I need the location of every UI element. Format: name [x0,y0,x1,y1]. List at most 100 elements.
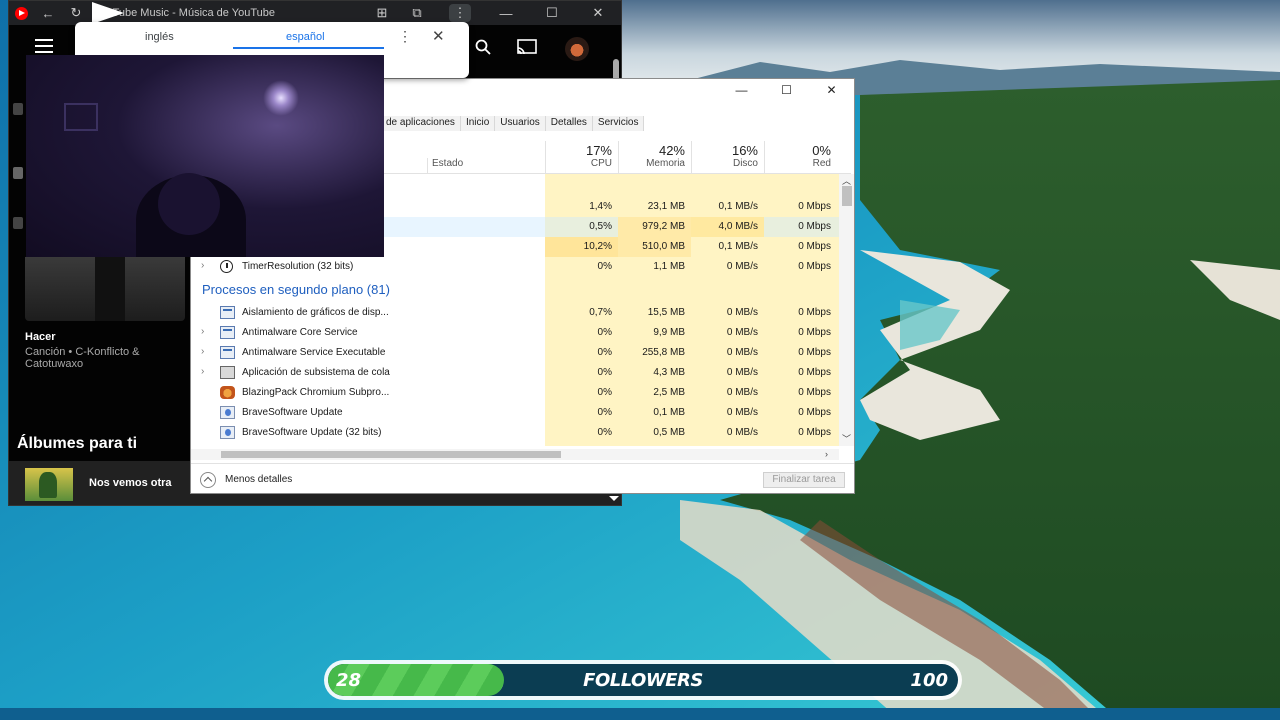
background-processes-heading: Procesos en segundo plano (81) [202,282,390,297]
caret-down-icon[interactable] [609,496,619,501]
process-name: Aislamiento de gráficos de disp... [242,307,389,318]
chevron-right-icon[interactable]: › [201,326,204,337]
hamburger-menu-icon[interactable] [35,39,53,53]
avatar[interactable] [565,37,589,61]
scroll-right-icon[interactable]: › [825,449,828,459]
table-row[interactable]: Aislamiento de gráficos de disp... 0,7% … [191,303,839,323]
network-cell: 0 Mbps [798,241,831,252]
network-cell: 0 Mbps [798,327,831,338]
memory-cell: 1,1 MB [653,261,685,272]
network-cell: 0 Mbps [798,347,831,358]
cpu-cell: 10,2% [583,241,612,252]
column-network[interactable]: 0% Red [764,141,837,173]
memory-cell: 9,9 MB [653,327,685,338]
tab-app-history[interactable]: de aplicaciones [381,116,461,131]
table-row[interactable]: BlazingPack Chromium Subpro... 0% 2,5 MB… [191,383,839,403]
maximize-icon[interactable]: ☐ [764,79,809,101]
fewer-details-link[interactable]: Menos detalles [225,474,292,485]
scrollbar-thumb[interactable] [842,186,852,206]
table-row[interactable]: › Aplicación de subsistema de cola 0% 4,… [191,363,839,383]
chevron-up-circle-icon[interactable] [200,472,216,488]
goal-label: FOLLOWERS [583,670,703,691]
chevron-right-icon[interactable]: › [201,346,204,357]
maximize-icon[interactable]: ☐ [529,1,575,25]
task-manager-tabs: de aplicaciones Inicio Usuarios Detalles… [381,116,645,131]
minimize-icon[interactable]: — [483,1,529,25]
back-arrow-icon[interactable]: ← [34,1,62,25]
disk-cell: 0 MB/s [726,407,758,418]
disk-cell: 0 MB/s [726,347,758,358]
column-disk[interactable]: 16% Disco [691,141,764,173]
more-options-icon[interactable]: ⋮ [398,28,412,45]
column-status[interactable]: Estado [427,158,463,173]
cpu-cell: 0% [597,347,612,358]
table-row[interactable]: BraveSoftware Update 0% 0,1 MB 0 MB/s 0 … [191,403,839,423]
process-name: Aplicación de subsistema de cola [242,367,390,378]
active-tab-indicator [233,47,384,49]
table-row[interactable]: BraveSoftware Update (32 bits) 0% 0,5 MB… [191,423,839,443]
group-heading-row[interactable]: Procesos en segundo plano (81) [191,277,839,303]
close-icon[interactable]: ✕ [809,79,854,101]
song-thumbnail[interactable] [25,257,185,321]
horizontal-scrollbar[interactable]: › [191,449,839,460]
memory-cell: 0,1 MB [653,407,685,418]
tab-source-language[interactable]: inglés [145,31,174,43]
cpu-cell: 0,5% [589,221,612,232]
tab-users[interactable]: Usuarios [495,116,546,131]
table-row[interactable]: › Antimalware Core Service 0% 9,9 MB 0 M… [191,323,839,343]
disk-cell: 0 MB/s [726,307,758,318]
chevron-right-icon[interactable]: › [201,366,204,377]
tab-services[interactable]: Servicios [592,116,645,131]
song-title[interactable]: Hacer [25,331,56,343]
app-window-icon [220,346,235,359]
close-icon[interactable]: ✕ [575,1,621,25]
network-cell: 0 Mbps [798,367,831,378]
memory-cell: 2,5 MB [653,387,685,398]
memory-total: 42% [658,143,685,158]
disk-cell: 0 MB/s [726,387,758,398]
network-cell: 0 Mbps [798,307,831,318]
disk-cell: 0 MB/s [726,367,758,378]
goal-track: 28 FOLLOWERS 100 [328,664,958,696]
column-memory[interactable]: 42% Memoria [618,141,691,173]
cpu-cell: 0% [597,261,612,272]
minimize-icon[interactable]: — [719,79,764,101]
cpu-cell: 0% [597,407,612,418]
memory-cell: 255,8 MB [642,347,685,358]
process-name: Antimalware Service Executable [242,347,386,358]
table-row[interactable]: › Antimalware Service Executable 0% 255,… [191,343,839,363]
network-cell: 0 Mbps [798,201,831,212]
table-row[interactable]: › TimerResolution (32 bits) 0% 1,1 MB 0 … [191,257,839,277]
tab-details[interactable]: Detalles [545,116,593,131]
tab-target-language[interactable]: español [286,31,325,43]
memory-cell: 23,1 MB [647,201,685,212]
column-cpu[interactable]: 17% CPU [545,141,618,173]
goal-target-count: 100 [910,670,948,691]
browser-menu-icon[interactable]: ⋮ [449,4,471,22]
disk-cell: 0 MB/s [726,261,758,272]
process-name: BraveSoftware Update (32 bits) [242,427,382,438]
now-playing-thumbnail[interactable] [25,468,73,501]
process-name: BlazingPack Chromium Subpro... [242,387,390,398]
app-window-icon [220,306,235,319]
disk-total: 16% [731,143,758,158]
yt-side-rail [9,97,25,357]
app-window-icon [220,326,235,339]
tab-startup[interactable]: Inicio [460,116,496,131]
vertical-scrollbar[interactable]: ︿ ﹀ [839,174,854,446]
search-icon[interactable] [475,39,491,55]
wall-frame [64,103,98,131]
end-task-button[interactable]: Finalizar tarea [763,472,845,488]
blazingpack-icon [220,386,235,399]
memory-cell: 4,3 MB [653,367,685,378]
network-cell: 0 Mbps [798,427,831,438]
scroll-down-icon[interactable]: ﹀ [842,432,851,445]
close-icon[interactable]: ✕ [432,27,445,45]
play-icon[interactable] [92,2,124,24]
cast-icon[interactable] [517,39,537,55]
now-playing-title[interactable]: Nos vemos otra [89,477,172,489]
disk-label: Disco [732,158,758,169]
chevron-right-icon[interactable]: › [201,260,204,271]
disk-cell: 4,0 MB/s [718,221,758,232]
scrollbar-thumb[interactable] [221,451,561,458]
